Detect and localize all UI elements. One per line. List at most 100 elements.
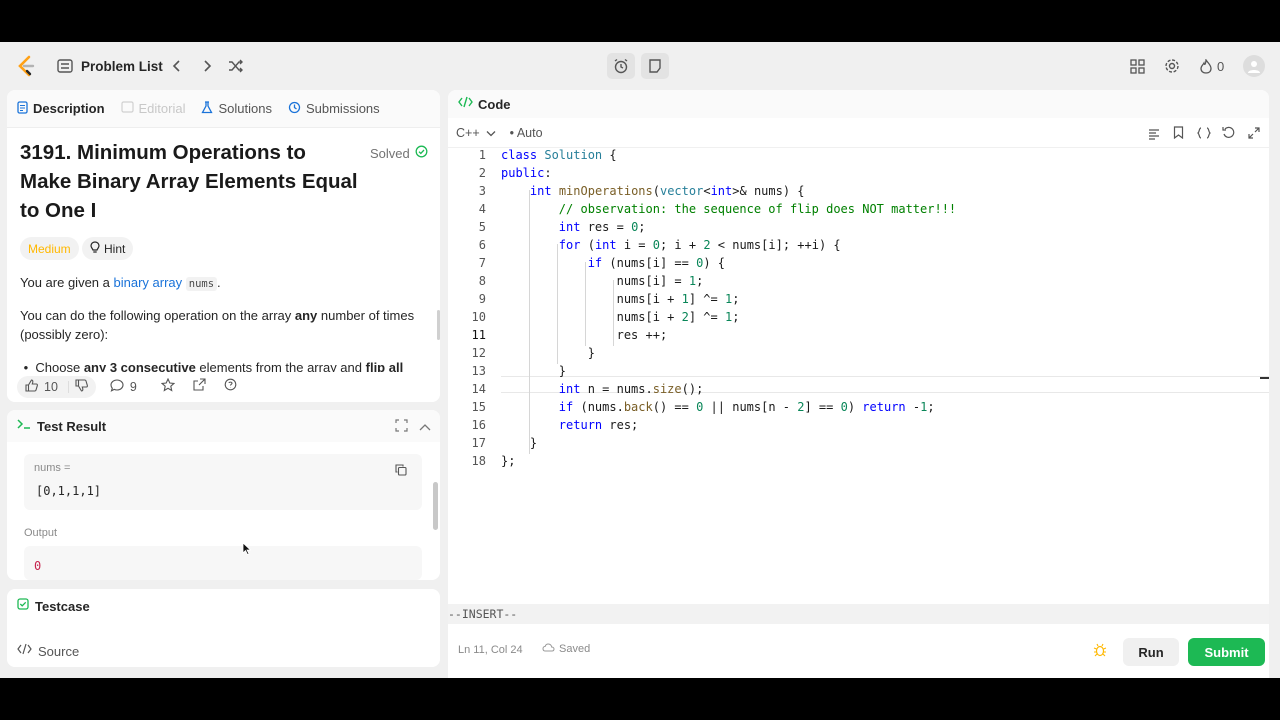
chevron-down-icon	[486, 126, 496, 140]
layout-grid-icon[interactable]	[1127, 56, 1147, 76]
difficulty-badge[interactable]: Medium	[20, 237, 79, 260]
line-number: 18	[471, 454, 486, 468]
code-line: }	[501, 346, 595, 360]
source-label: Source	[38, 643, 80, 659]
binary-array-link[interactable]: binary array	[113, 275, 182, 290]
line-number: 2	[478, 166, 486, 180]
testcase-title: Testcase	[35, 598, 90, 614]
code-editor[interactable]: 1 2 3 4 5 6 7 8 9 10 11 12 13 14 15 16 17 18 class Soluti…	[448, 148, 1269, 608]
share-icon[interactable]	[193, 378, 206, 396]
code-brackets-icon	[458, 95, 473, 113]
comment-icon	[110, 379, 124, 395]
settings-gear-icon[interactable]	[1162, 56, 1182, 76]
input-value: [0,1,1,1]	[36, 484, 102, 498]
problem-bullet: • Choose any 3 consecutive elements from…	[20, 360, 404, 372]
bookmark-icon[interactable]	[1173, 126, 1184, 144]
tab-editorial[interactable]: Editorial	[120, 101, 185, 116]
braces-icon[interactable]	[1196, 126, 1212, 144]
flask-icon	[201, 100, 214, 117]
description-panel: Description Editorial Solutions Submissi…	[7, 90, 440, 402]
star-icon[interactable]	[160, 377, 176, 397]
problem-list-icon[interactable]	[56, 57, 74, 75]
help-icon[interactable]	[224, 378, 237, 396]
description-tabs: Description Editorial Solutions Submissi…	[7, 90, 440, 128]
code-line: int minOperations(vector<int>& nums) {	[529, 184, 805, 198]
saved-status: Saved	[542, 643, 590, 655]
cloud-icon	[542, 643, 555, 655]
avatar[interactable]	[1243, 55, 1265, 77]
terminal-icon	[17, 417, 31, 435]
test-result-scrollbar[interactable]	[433, 482, 438, 530]
shuffle-icon[interactable]	[226, 56, 246, 76]
code-line: // observation: the sequence of flip doe…	[558, 202, 957, 216]
test-result-header: Test Result	[7, 410, 440, 442]
line-number: 11	[471, 328, 486, 342]
maximize-icon[interactable]	[395, 419, 408, 437]
comments-button[interactable]: 9	[110, 379, 137, 395]
thumbs-down-icon[interactable]	[75, 379, 88, 395]
tab-solutions[interactable]: Solutions	[201, 100, 272, 117]
line-number: 13	[471, 364, 486, 378]
tab-description[interactable]: Description	[17, 100, 105, 117]
like-button[interactable]: 10	[17, 376, 96, 398]
collapse-chevron-icon[interactable]	[419, 420, 431, 438]
testcase-header[interactable]: Testcase	[17, 597, 90, 615]
code-line: return res;	[558, 418, 639, 432]
streak-fire-icon[interactable]	[1198, 56, 1214, 76]
code-toolbar: C++ • Auto	[448, 118, 1269, 148]
input-case-box: nums = [0,1,1,1]	[24, 454, 422, 510]
line-number: 15	[471, 400, 486, 414]
line-number: 10	[471, 310, 486, 324]
code-line: res ++;	[501, 328, 668, 342]
auto-mode[interactable]: • Auto	[510, 126, 543, 140]
chevron-right-icon[interactable]	[198, 56, 216, 76]
leetcode-app: Problem List 0 Description Editorial Sol…	[0, 42, 1280, 678]
code-line: if (nums[i] == 0) {	[587, 256, 725, 270]
check-circle-icon	[415, 145, 428, 161]
source-footer[interactable]: Source	[7, 635, 440, 667]
line-number: 3	[478, 184, 486, 198]
code-line: if (nums.back() == 0 || nums[n - 2] == 0…	[558, 400, 935, 414]
hint-button[interactable]: Hint	[82, 237, 134, 260]
code-line: }	[501, 436, 538, 450]
code-line: }	[501, 364, 567, 378]
document-icon	[17, 100, 28, 117]
cursor-position: Ln 11, Col 24	[458, 644, 523, 656]
submit-button[interactable]: Submit	[1188, 638, 1265, 666]
description-scrollbar[interactable]	[437, 310, 440, 340]
reset-icon[interactable]	[1222, 126, 1235, 144]
problem-paragraph-2: You can do the following operation on th…	[20, 308, 415, 342]
overview-ruler-marker	[1260, 377, 1269, 379]
code-line: nums[i + 2] ^= 1;	[501, 310, 740, 324]
run-button[interactable]: Run	[1123, 638, 1179, 666]
line-number: 8	[478, 274, 486, 288]
test-result-title: Test Result	[37, 418, 107, 434]
stats-bar: 10 9	[7, 372, 440, 402]
test-result-panel: Test Result nums = [0,1,1,1] Output 0	[7, 410, 440, 580]
timer-icon[interactable]	[607, 53, 635, 79]
chevron-left-icon[interactable]	[168, 56, 186, 76]
output-value: 0	[34, 559, 42, 573]
lightbulb-icon	[90, 240, 100, 257]
problem-list-link[interactable]: Problem List	[81, 56, 163, 76]
notes-icon[interactable]	[641, 53, 669, 79]
language-select[interactable]: C++	[456, 126, 496, 140]
code-icon	[17, 642, 32, 660]
code-status-bar: Ln 11, Col 24 Saved Run Submit	[448, 624, 1269, 678]
code-line: for (int i = 0; i + 2 < nums[i]; ++i) {	[558, 238, 841, 252]
expand-icon[interactable]	[1248, 126, 1260, 144]
code-line: };	[501, 454, 516, 468]
top-nav: Problem List 0	[0, 42, 1280, 90]
input-label: nums =	[34, 462, 71, 474]
thumbs-up-icon	[25, 379, 38, 395]
leetcode-logo-icon[interactable]	[14, 54, 38, 78]
format-lines-icon[interactable]	[1148, 127, 1160, 145]
problem-paragraph-1: You are given a binary array nums.	[20, 275, 221, 291]
code-panel-header: Code	[448, 90, 1269, 118]
line-number: 6	[478, 238, 486, 252]
copy-icon[interactable]	[395, 463, 407, 481]
vim-status-line: --INSERT--	[448, 604, 1269, 624]
tab-submissions[interactable]: Submissions	[288, 101, 380, 117]
debug-bug-icon[interactable]	[1093, 643, 1107, 662]
line-number: 14	[471, 382, 486, 396]
